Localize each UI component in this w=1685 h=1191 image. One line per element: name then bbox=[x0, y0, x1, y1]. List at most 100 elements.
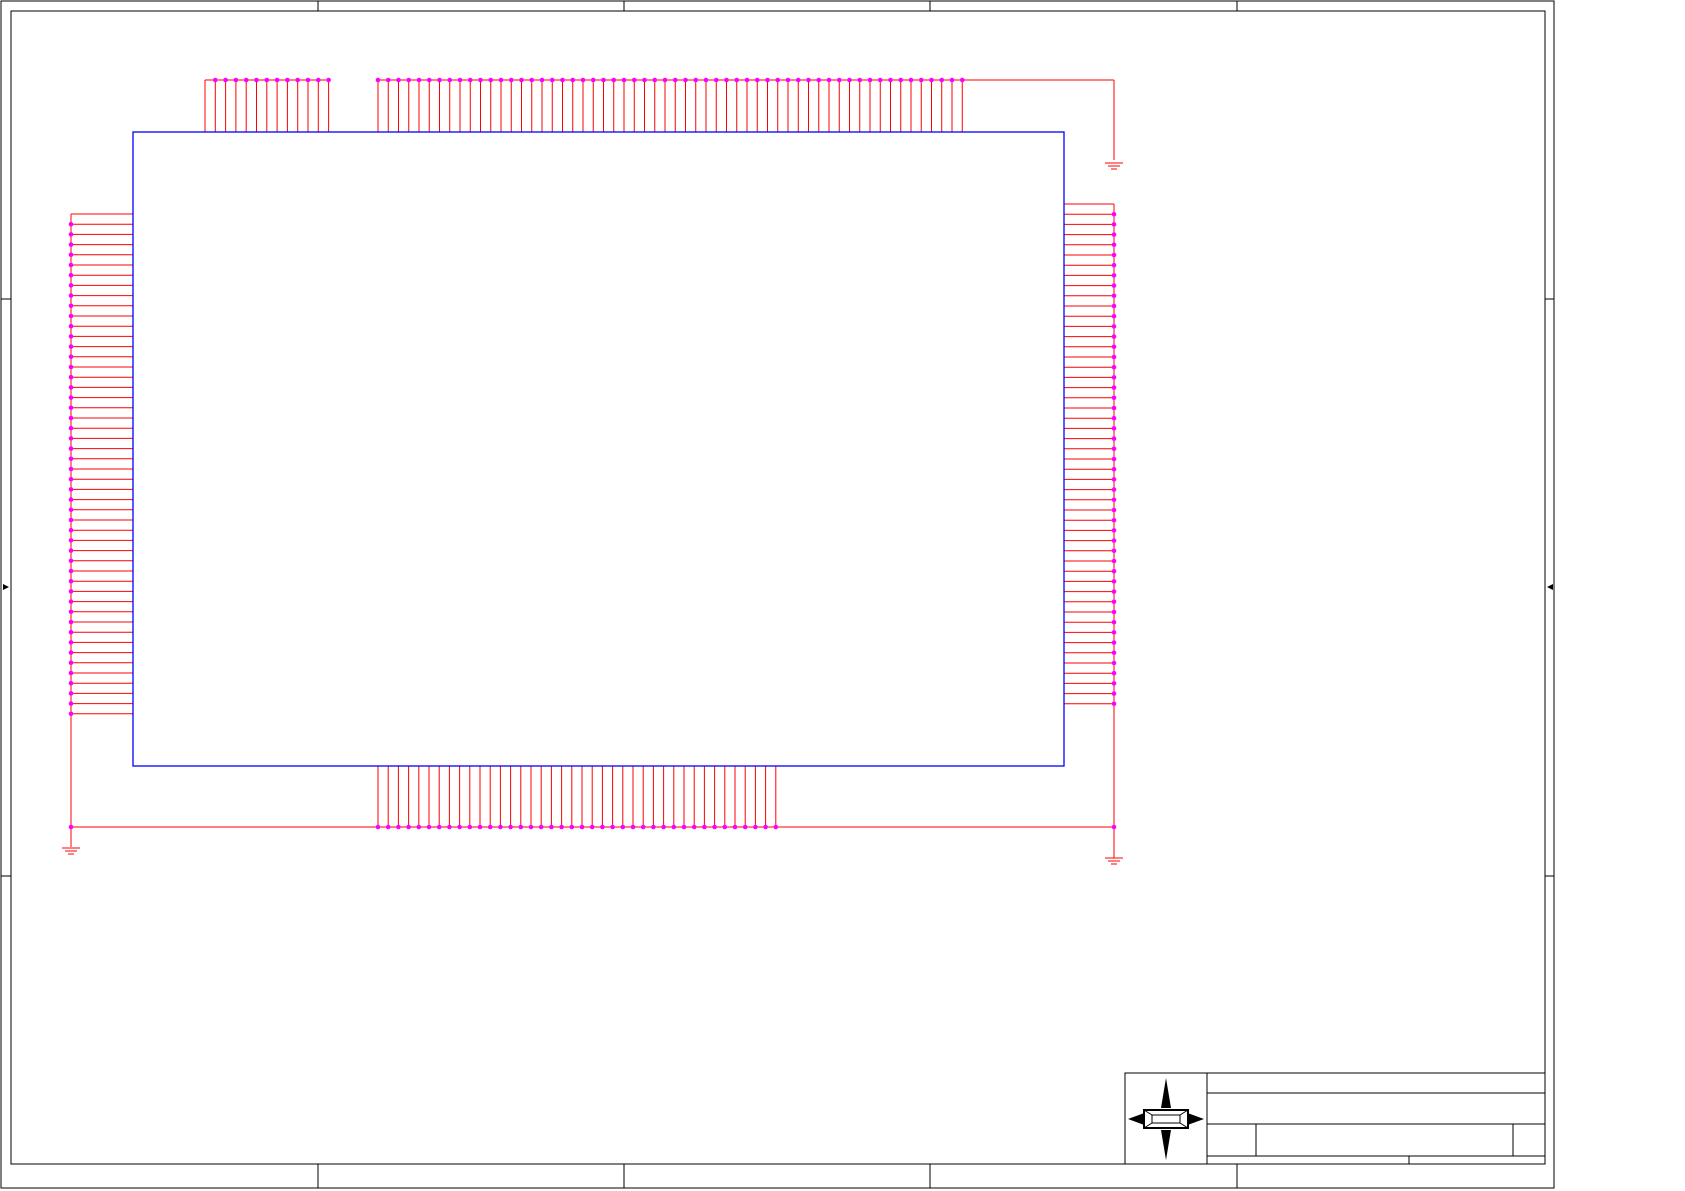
junction-dot bbox=[1111, 507, 1117, 513]
junction-dot bbox=[68, 640, 74, 645]
junction-dot bbox=[589, 824, 595, 830]
wire-layer bbox=[70, 79, 1115, 858]
junction-dot bbox=[1111, 313, 1117, 319]
junction-dot bbox=[68, 405, 74, 411]
junction-dot bbox=[1111, 589, 1117, 594]
junction-dot bbox=[436, 824, 442, 830]
junction-dot bbox=[295, 77, 301, 83]
junction-dot bbox=[857, 77, 863, 83]
junction-dot bbox=[1111, 283, 1117, 288]
junction-dot bbox=[274, 77, 280, 83]
junction-dot bbox=[763, 824, 768, 830]
junction-dot bbox=[68, 599, 74, 604]
junction-dot bbox=[836, 77, 842, 83]
junction-dot bbox=[68, 670, 74, 676]
junction-dot bbox=[1111, 293, 1117, 299]
junction-dot bbox=[1111, 824, 1117, 830]
junction-dot bbox=[621, 77, 627, 83]
junction-dot bbox=[1111, 334, 1117, 339]
junction-dot bbox=[1111, 517, 1117, 523]
junction-dot bbox=[68, 354, 74, 360]
junction-dot bbox=[1111, 681, 1117, 686]
junction-dot bbox=[1111, 497, 1117, 503]
junction-dot bbox=[68, 711, 74, 717]
junction-dot bbox=[68, 293, 74, 298]
junction-dot bbox=[406, 824, 411, 830]
junction-dot bbox=[426, 824, 432, 830]
junction-dot bbox=[68, 221, 74, 227]
junction-dot bbox=[939, 77, 945, 83]
junction-dot bbox=[285, 77, 290, 83]
junction-dot bbox=[1111, 354, 1117, 360]
junction-dot bbox=[847, 77, 852, 83]
junction-dot bbox=[68, 629, 74, 635]
junction-dot bbox=[326, 77, 331, 83]
junction-dot bbox=[447, 824, 452, 830]
junction-dot bbox=[1111, 528, 1117, 533]
junction-dot bbox=[620, 824, 626, 830]
junction-dot bbox=[742, 824, 748, 830]
junction-dot bbox=[68, 680, 74, 686]
junction-dot bbox=[1111, 405, 1117, 411]
junction-dot bbox=[68, 548, 74, 553]
junction-dot bbox=[1111, 375, 1117, 380]
junction-dot bbox=[642, 77, 647, 83]
junction-dot bbox=[1111, 609, 1117, 615]
junction-dot bbox=[1111, 415, 1117, 421]
junction-dot bbox=[68, 395, 74, 400]
junction-dot bbox=[630, 824, 636, 830]
junction-dot bbox=[1111, 222, 1117, 227]
junction-dot bbox=[426, 77, 432, 83]
junction-dot bbox=[538, 824, 544, 830]
junction-dot bbox=[754, 77, 760, 83]
junction-dot bbox=[949, 77, 955, 83]
junction-dot bbox=[68, 283, 74, 288]
junction-dot bbox=[691, 824, 697, 830]
junction-dot bbox=[1111, 579, 1117, 584]
four-arrow-logo bbox=[1128, 1078, 1204, 1160]
junction-dot bbox=[908, 77, 914, 83]
junction-dot bbox=[703, 77, 709, 83]
arrow-up-icon bbox=[1161, 1078, 1171, 1108]
junction-dot bbox=[795, 77, 801, 83]
junction-dot bbox=[681, 824, 687, 830]
junction-dot bbox=[683, 77, 688, 83]
junction-dot bbox=[243, 77, 249, 83]
junction-dot bbox=[1111, 466, 1117, 472]
junction-dot bbox=[477, 824, 483, 830]
junction-dot bbox=[68, 824, 74, 830]
junction-dot bbox=[68, 568, 74, 574]
junction-dot bbox=[1111, 211, 1117, 217]
junction-dot bbox=[651, 824, 656, 830]
junction-dot bbox=[744, 77, 750, 83]
junction-dot bbox=[68, 415, 74, 421]
junction-dot bbox=[590, 77, 596, 83]
junction-dot bbox=[1111, 252, 1117, 258]
junction-dot bbox=[68, 466, 74, 472]
junction-dot bbox=[1111, 262, 1117, 268]
junction-dot bbox=[519, 77, 524, 83]
junction-dot bbox=[712, 824, 717, 830]
junction-dot bbox=[1111, 640, 1117, 645]
junction-dot bbox=[877, 77, 883, 83]
junction-dot bbox=[702, 824, 707, 830]
junction-dot bbox=[1111, 303, 1117, 309]
junction-dot bbox=[498, 824, 503, 830]
junction-dot bbox=[713, 77, 719, 83]
junction-dot bbox=[693, 77, 699, 83]
junction-dot bbox=[68, 507, 74, 513]
junction-dot bbox=[478, 77, 483, 83]
junction-dot bbox=[1111, 436, 1117, 441]
junction-dot bbox=[734, 77, 740, 83]
junction-dot bbox=[396, 824, 401, 830]
junction-layer bbox=[68, 77, 1117, 830]
junction-dot bbox=[385, 77, 391, 83]
junction-dot bbox=[1111, 344, 1117, 350]
inner-border bbox=[10, 10, 1546, 1165]
junction-dot bbox=[68, 487, 74, 492]
junction-dot bbox=[68, 232, 74, 237]
junction-dot bbox=[233, 77, 239, 83]
junction-dot bbox=[213, 77, 218, 83]
junction-dot bbox=[1111, 558, 1117, 564]
junction-dot bbox=[467, 77, 473, 83]
